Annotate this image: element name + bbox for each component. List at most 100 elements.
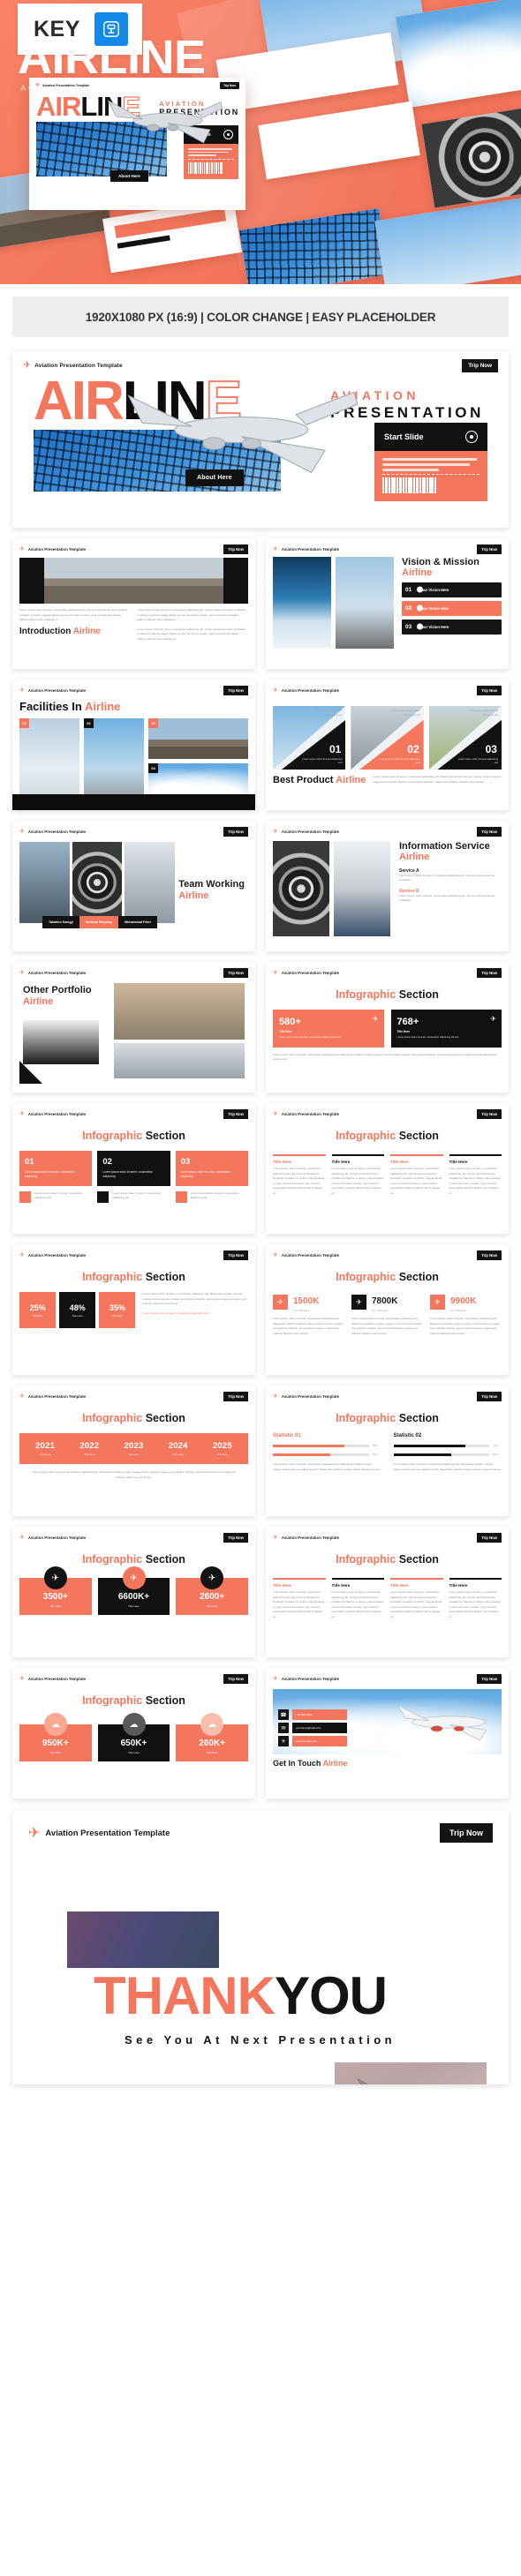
trip-now-button[interactable]: Trip Now [477, 968, 502, 978]
trip-now-button[interactable]: Trip Now [223, 968, 248, 978]
facility-photo[interactable]: 02 [84, 718, 145, 804]
pin-card[interactable]: ☁ 650K+ Title Here [97, 1713, 170, 1761]
trip-now-button[interactable]: Trip Now [477, 1392, 502, 1401]
slide-best-product[interactable]: ✈ Aviation Presentation Template Trip Now… [266, 680, 509, 810]
percent-card[interactable]: 48% Title Here [59, 1292, 96, 1329]
trip-now-button[interactable]: Trip Now [477, 827, 502, 837]
portfolio-photo[interactable] [114, 983, 245, 1040]
facilities-grid: 01 02 03 04 [19, 718, 248, 804]
slide-infographic-statistics[interactable]: ✈ Aviation Presentation Template Trip Now… [266, 1386, 509, 1516]
pin-card[interactable]: ✈ 3500+ Title Here [19, 1566, 92, 1615]
portfolio-photo[interactable] [114, 1043, 245, 1078]
numbered-card[interactable]: 01 Lorem ipsum dolor sit amet, consectet… [19, 1151, 93, 1186]
timeline-year[interactable]: 2024 Title Here [156, 1441, 200, 1456]
start-slide-button[interactable]: Start Slide [374, 423, 487, 452]
trip-now-button[interactable]: Trip Now [223, 1674, 248, 1684]
contact-item[interactable]: ☀ www.yoursite.com [278, 1736, 347, 1746]
start-slide-button[interactable]: Start Slide [184, 125, 238, 144]
trip-now-button[interactable]: Trip Now [440, 1823, 493, 1843]
slide-infographic-numbered[interactable]: ✈ Aviation Presentation Template Trip Now… [12, 1103, 255, 1234]
slide-body: Infographic Section ✈ 580+ Title Here Lo… [266, 988, 509, 1093]
team-chip[interactable]: Norkello Bespoky [79, 916, 119, 928]
slide-introduction[interactable]: ✈ Aviation Presentation Template Trip Now… [12, 538, 255, 669]
trip-now-button[interactable]: Trip Now [477, 1674, 502, 1684]
team-chip[interactable]: Takahiro Kamgji [42, 916, 79, 928]
numbered-card[interactable]: 03 Lorem ipsum dolor sit amet, consectet… [175, 1151, 248, 1186]
slide-information-service[interactable]: ✈ Aviation Presentation Template Trip Now… [266, 821, 509, 951]
slide-other-portfolio[interactable]: ✈ Aviation Presentation Template Trip Now… [12, 962, 255, 1093]
slide-cover[interactable]: ✈ Aviation Presentation Template Trip No… [12, 351, 509, 528]
k-stat[interactable]: ✈ 9900K Your Title Here Lorem ipsum dolo… [430, 1292, 502, 1336]
title-highlight: Infographic [336, 1412, 396, 1424]
vision-item[interactable]: 01 Your Vision Here Lorem ipsum dolor si… [402, 582, 502, 600]
trip-now-button[interactable]: Trip Now [477, 544, 502, 554]
timeline-year[interactable]: 2022 Title Here [67, 1441, 111, 1456]
trip-now-button[interactable]: Trip Now [462, 359, 498, 372]
trip-now-button[interactable]: Trip Now [223, 1392, 248, 1401]
pin-card[interactable]: ✈ 6600K+ Title Here [97, 1566, 170, 1615]
trip-now-button[interactable]: Trip Now [223, 544, 248, 554]
pin-card[interactable]: ☁ 950K+ Title Here [19, 1713, 92, 1761]
trip-now-button[interactable]: Trip Now [223, 1533, 248, 1543]
product-card[interactable]: Lorem ipsum dolor sit amet adipiscing se… [351, 706, 424, 770]
trip-now-button[interactable]: Trip Now [223, 827, 248, 837]
slide-infographic-percent[interactable]: ✈ Aviation Presentation Template Trip Now… [12, 1244, 255, 1375]
k-stat[interactable]: ✈ 7800K Your Title Here Lorem ipsum dolo… [351, 1292, 423, 1336]
slide-infographic-plus[interactable]: ✈ Aviation Presentation Template Trip Now… [266, 962, 509, 1093]
slide-header: ✈ Aviation Presentation Template Trip Now [12, 1103, 255, 1119]
product-card[interactable]: Lorem ipsum dolor sit amet adipiscing se… [428, 706, 502, 770]
trip-now-button[interactable]: Trip Now [223, 1109, 248, 1119]
timeline-year[interactable]: 2023 Title Here [111, 1441, 155, 1456]
title-main: Get In Touch [273, 1759, 321, 1768]
slide-infographic-pins-a[interactable]: ✈ Aviation Presentation Template Trip Now… [12, 1527, 255, 1657]
contact-item[interactable]: ☎ +62 000 0000 [278, 1709, 347, 1720]
trip-now-button[interactable]: Trip Now [220, 82, 239, 89]
slide-team-working[interactable]: ✈ Aviation Presentation Template Trip Now… [12, 821, 255, 951]
about-here-button[interactable]: About Here [110, 170, 148, 182]
stat-card[interactable]: ✈ 580+ Title Here Lorem ipsum dolor sit … [273, 1010, 384, 1048]
slide-body: Lorem ipsum dolor sit amet, consectetur … [12, 558, 255, 669]
slide-infographic-timeline[interactable]: ✈ Aviation Presentation Template Trip Now… [12, 1386, 255, 1516]
pin-card[interactable]: ☁ 260K+ Title Here [176, 1713, 249, 1761]
trip-now-button[interactable]: Trip Now [223, 1250, 248, 1260]
slide-infographic-circle-pins[interactable]: ✈ Aviation Presentation Template Trip Now… [12, 1668, 255, 1799]
trip-now-button[interactable]: Trip Now [477, 1109, 502, 1119]
facility-photo[interactable]: 01 [19, 718, 80, 804]
slide-body: Infographic Section 01 Lorem ipsum dolor… [12, 1130, 255, 1234]
team-chip[interactable]: Mohammad Febri [118, 916, 157, 928]
numbered-card[interactable]: 02 Lorem ipsum dolor sit amet, consectet… [97, 1151, 170, 1186]
slide-thank-you[interactable]: ✈ Aviation Presentation Template Trip No… [12, 1811, 509, 2084]
slide-infographic-four-col[interactable]: ✈ Aviation Presentation Template Trip Now… [266, 1103, 509, 1234]
brand-text: Aviation Presentation Template [281, 1394, 340, 1399]
slide-facilities[interactable]: ✈ Aviation Presentation Template Trip Now… [12, 680, 255, 810]
title-main: Vision & Mission [402, 557, 479, 567]
slide-vision-mission[interactable]: ✈ Aviation Presentation Template Trip Now… [266, 538, 509, 669]
slide-infographic-pins-b[interactable]: ✈ Aviation Presentation Template Trip Now… [266, 1527, 509, 1657]
k-stat-sub: Your Title Here [450, 1309, 467, 1312]
vision-item[interactable]: 03 Your Vision Here Lorem ipsum dolor si… [402, 619, 502, 637]
product-card[interactable]: Lorem ipsum dolor sit amet adipiscing se… [273, 706, 346, 770]
stat-card[interactable]: ✈ 768+ Title Here Lorem ipsum dolor sit … [390, 1010, 502, 1048]
percent-card[interactable]: 25% Title Here [19, 1292, 57, 1329]
trip-now-button[interactable]: Trip Now [477, 1533, 502, 1543]
portfolio-photo[interactable] [23, 1020, 99, 1064]
trip-now-button[interactable]: Trip Now [223, 686, 248, 695]
trip-now-button[interactable]: Trip Now [477, 1250, 502, 1260]
pin-card[interactable]: ✈ 2600+ Title Here [176, 1566, 249, 1615]
slide-get-in-touch[interactable]: ✈ Aviation Presentation Template Trip Now [266, 1668, 509, 1799]
facility-photo[interactable]: 03 [148, 718, 248, 759]
timeline-year[interactable]: 2021 Title Here [23, 1441, 67, 1456]
about-here-button[interactable]: About Here [185, 469, 244, 487]
slide-infographic-k-stats[interactable]: ✈ Aviation Presentation Template Trip Now… [266, 1244, 509, 1375]
trip-now-button[interactable]: Trip Now [477, 686, 502, 695]
title-highlight: Infographic [82, 1130, 143, 1142]
product-top-text: Lorem ipsum dolor sit amet adipiscing se… [469, 710, 498, 717]
contact-item[interactable]: ✉ yourname@mail.com [278, 1723, 347, 1733]
featured-slide-card[interactable]: ✈ Aviation Presentation Template Trip No… [29, 78, 245, 210]
vision-item[interactable]: 02 Your Vision Here Lorem ipsum dolor si… [402, 600, 502, 619]
timeline-year[interactable]: 2025 Title Here [200, 1441, 245, 1456]
team-name-chips: Takahiro Kamgji Norkello Bespoky Mohamma… [42, 916, 157, 928]
k-stat[interactable]: ✈ 1500K Your Title Here Lorem ipsum dolo… [273, 1292, 344, 1336]
slide-header: ✈ Aviation Presentation Template Trip Now [266, 1527, 509, 1543]
percent-card[interactable]: 35% Title Here [99, 1292, 136, 1329]
